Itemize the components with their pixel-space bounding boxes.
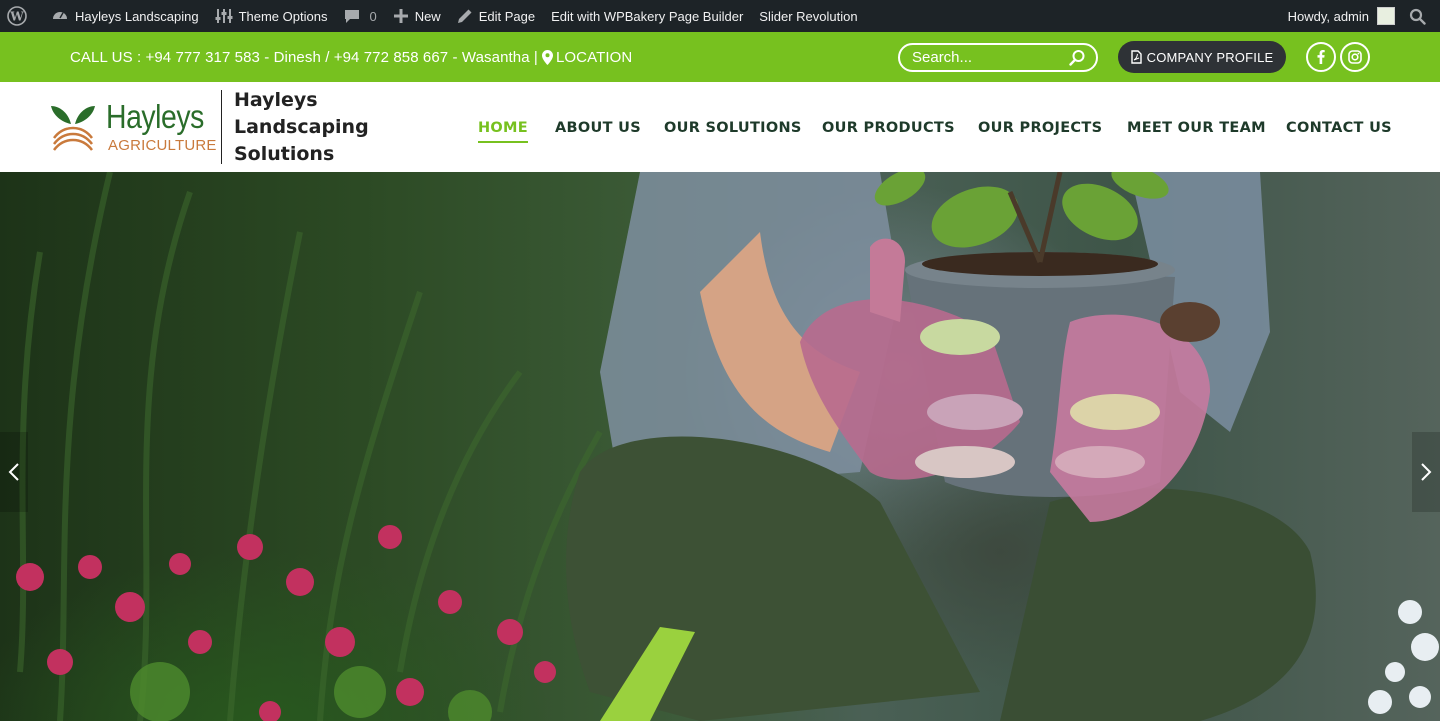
top-contact-bar: CALL US : +94 777 317 583 - Dinesh / +94… bbox=[0, 32, 1440, 82]
site-name-label: Hayleys Landscaping bbox=[75, 8, 199, 24]
site-title-line: Hayleys bbox=[234, 89, 318, 111]
site-title: Hayleys Landscaping Solutions bbox=[234, 87, 369, 168]
nav-contact-us[interactable]: CONTACT US bbox=[1286, 120, 1392, 136]
nav-home[interactable]: HOME bbox=[478, 120, 528, 143]
search-icon bbox=[1409, 8, 1426, 25]
slider-next-button[interactable] bbox=[1412, 432, 1440, 512]
avatar bbox=[1377, 7, 1395, 25]
edit-page-label: Edit Page bbox=[478, 8, 536, 24]
hayleys-agriculture-logo[interactable]: Hayleys AGRICULTURE bbox=[50, 98, 217, 158]
company-profile-label: COMPANY PROFILE bbox=[1146, 49, 1274, 65]
hero-image bbox=[16, 172, 1439, 721]
logo-sub-text: AGRICULTURE bbox=[108, 137, 217, 154]
nav-meet-our-team[interactable]: MEET OUR TEAM bbox=[1127, 120, 1266, 136]
my-account-menu[interactable]: Howdy, admin bbox=[1280, 0, 1403, 32]
site-title-line: Solutions bbox=[234, 143, 335, 165]
nav-about-us[interactable]: ABOUT US bbox=[555, 120, 641, 136]
wpbakery-link[interactable]: Edit with WPBakery Page Builder bbox=[543, 0, 751, 32]
chevron-right-icon bbox=[1421, 463, 1432, 481]
site-name-menu[interactable]: Hayleys Landscaping bbox=[43, 0, 207, 32]
new-content-menu[interactable]: New bbox=[385, 0, 449, 32]
site-title-line: Landscaping bbox=[234, 116, 369, 138]
instagram-link[interactable] bbox=[1340, 42, 1370, 72]
theme-options-label: Theme Options bbox=[238, 8, 328, 24]
svg-text:W: W bbox=[9, 10, 24, 24]
location-link[interactable]: LOCATION bbox=[556, 49, 632, 66]
pencil-icon bbox=[457, 9, 472, 23]
wordpress-logo-icon: W bbox=[7, 6, 27, 26]
site-search bbox=[898, 43, 1098, 72]
contact-phone-text: CALL US : +94 777 317 583 - Dinesh / +94… bbox=[70, 48, 538, 66]
nav-our-solutions[interactable]: OUR SOLUTIONS bbox=[664, 120, 802, 136]
instagram-icon bbox=[1348, 50, 1362, 64]
nav-our-projects[interactable]: OUR PROJECTS bbox=[978, 120, 1102, 136]
wordpress-menu[interactable]: W bbox=[0, 0, 43, 32]
theme-options-menu[interactable]: Theme Options bbox=[207, 0, 336, 32]
contact-info: CALL US : +94 777 317 583 - Dinesh / +94… bbox=[70, 32, 632, 82]
company-profile-button[interactable]: COMPANY PROFILE bbox=[1118, 41, 1286, 73]
pdf-file-icon bbox=[1130, 50, 1142, 64]
slider-revolution-link[interactable]: Slider Revolution bbox=[751, 0, 865, 32]
wpbakery-label: Edit with WPBakery Page Builder bbox=[551, 8, 744, 24]
new-label: New bbox=[414, 8, 441, 24]
leaf-logo-icon bbox=[51, 106, 95, 151]
sliders-icon bbox=[215, 9, 233, 23]
comments-menu[interactable]: 0 bbox=[335, 0, 384, 32]
wp-admin-bar: W Hayleys Landscaping Theme Options 0 Ne… bbox=[0, 0, 1440, 32]
edit-page-link[interactable]: Edit Page bbox=[449, 0, 543, 32]
comments-count: 0 bbox=[369, 8, 377, 24]
site-header: Hayleys AGRICULTURE Hayleys Landscaping … bbox=[0, 82, 1440, 172]
facebook-icon bbox=[1317, 50, 1325, 64]
admin-search-button[interactable] bbox=[1403, 0, 1440, 32]
logo-divider bbox=[221, 90, 222, 164]
facebook-link[interactable] bbox=[1306, 42, 1336, 72]
howdy-label: Howdy, admin bbox=[1287, 8, 1369, 24]
dashboard-icon bbox=[53, 12, 67, 19]
plus-icon bbox=[393, 9, 408, 23]
nav-our-products[interactable]: OUR PRODUCTS bbox=[822, 120, 955, 136]
hero-slider bbox=[0, 172, 1440, 721]
chevron-left-icon bbox=[8, 463, 19, 481]
slider-prev-button[interactable] bbox=[0, 432, 28, 512]
search-icon[interactable] bbox=[1069, 49, 1086, 66]
slider-revolution-label: Slider Revolution bbox=[759, 8, 858, 24]
search-input[interactable] bbox=[912, 49, 1062, 66]
comment-bubble-icon bbox=[345, 10, 360, 23]
map-pin-icon bbox=[541, 49, 553, 65]
logo-brand-text: Hayleys bbox=[106, 98, 204, 135]
